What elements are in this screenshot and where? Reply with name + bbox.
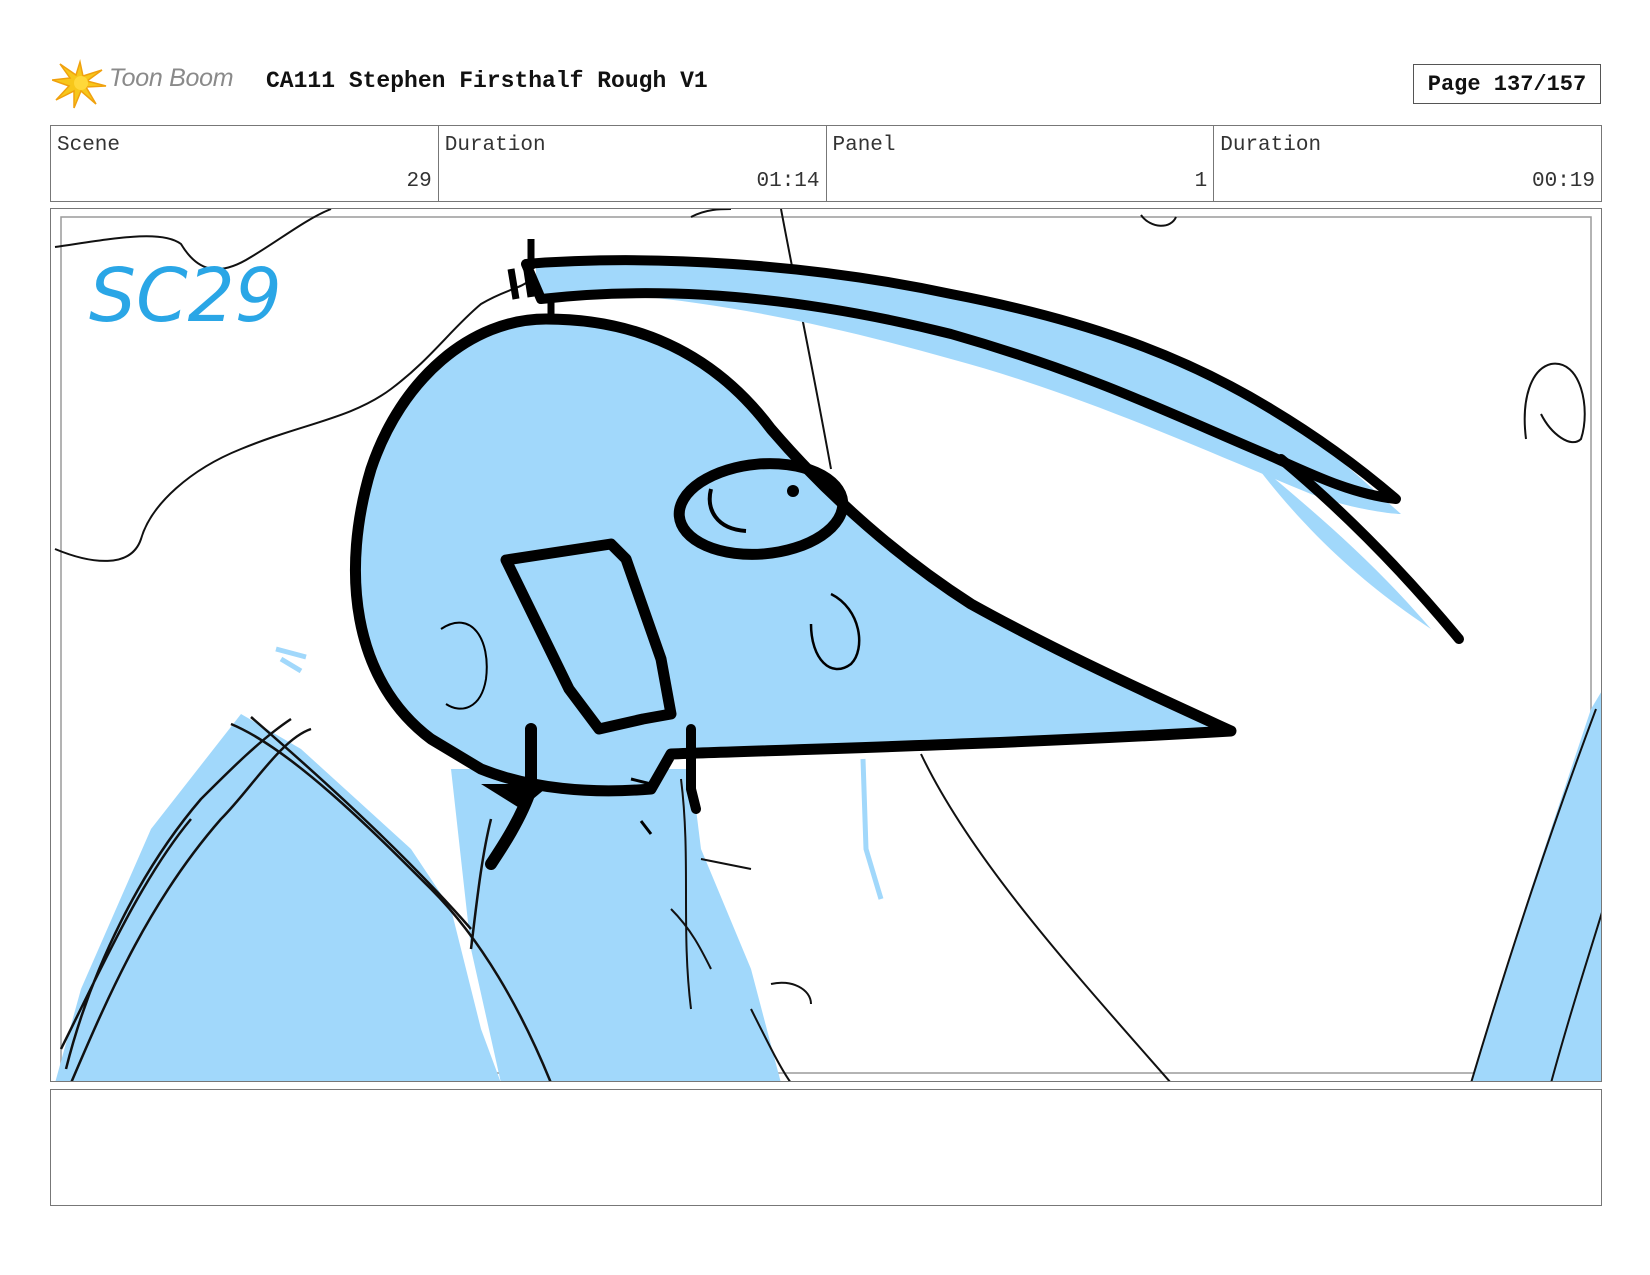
panel-duration-label: Duration (1220, 134, 1322, 157)
panel-notes-box (50, 1089, 1602, 1206)
toon-boom-logo: Toon Boom (52, 56, 252, 110)
panel-drawing: SC29 (54, 209, 1601, 1081)
crest-tip-line (1276, 454, 1464, 644)
scene-cell: Scene 29 (51, 126, 439, 201)
scene-label: Scene (57, 134, 121, 157)
background-sketch-line (1523, 362, 1586, 444)
panel-cell: Panel 1 (827, 126, 1215, 201)
scene-duration-value: 01:14 (756, 170, 820, 193)
neck-fill (451, 769, 781, 1081)
background-sketch-line (920, 753, 1171, 1081)
storyboard-title: CA111 Stephen Firsthalf Rough V1 (266, 68, 708, 94)
scene-duration-cell: Duration 01:14 (439, 126, 827, 201)
logo-text: Toon Boom (109, 64, 234, 92)
fill-stroke (860, 758, 884, 900)
storyboard-panel: SC29 (50, 208, 1602, 1082)
fill-stroke (275, 646, 307, 674)
panel-duration-cell: Duration 00:19 (1214, 126, 1601, 201)
scene-duration-label: Duration (444, 134, 546, 157)
panel-duration-value: 00:19 (1531, 170, 1595, 193)
shoulder-fill (55, 714, 501, 1081)
background-sketch-line (780, 209, 832, 470)
eye-pupil (787, 485, 799, 497)
background-sketch-line (690, 209, 732, 218)
page-number: Page 137/157 (1427, 71, 1587, 97)
page-number-box: Page 137/157 (1413, 64, 1601, 104)
scene-note: SC29 (89, 253, 282, 339)
starburst-logo-icon (52, 59, 107, 109)
panel-label: Panel (832, 134, 896, 157)
panel-info-table: Scene 29 Duration 01:14 Panel 1 Duration… (50, 125, 1602, 202)
scene-value: 29 (406, 170, 432, 193)
neck-line-right (686, 724, 701, 814)
panel-value: 1 (1194, 170, 1208, 193)
